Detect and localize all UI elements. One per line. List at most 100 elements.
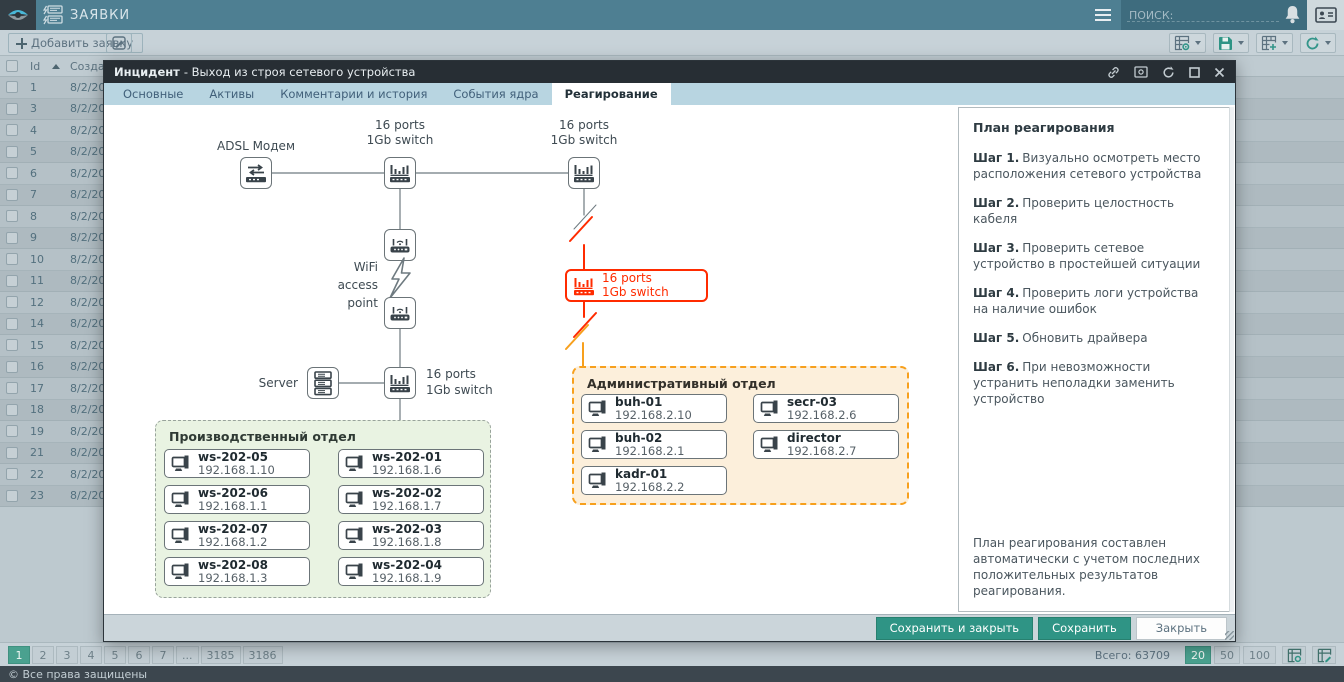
panel-scrollbar[interactable] [1229, 107, 1234, 612]
close-button[interactable]: Закрыть [1136, 617, 1227, 640]
tab-assets[interactable]: Активы [196, 83, 267, 105]
row-checkbox[interactable] [6, 232, 18, 244]
toolbar-right-group [1169, 33, 1336, 53]
workstation-card[interactable]: ws-202-04192.168.1.9 [338, 557, 484, 586]
workstation-card[interactable]: ws-202-05192.168.1.10 [164, 449, 310, 478]
row-checkbox[interactable] [6, 189, 18, 201]
row-checkbox[interactable] [6, 339, 18, 351]
row-checkbox[interactable] [6, 296, 18, 308]
table-export-button[interactable] [1312, 646, 1336, 664]
switch-right-node[interactable] [568, 157, 600, 189]
row-checkbox[interactable] [6, 318, 18, 330]
notifications-bell-icon[interactable] [1284, 5, 1301, 28]
page-button[interactable]: 3186 [243, 646, 283, 664]
maximize-icon[interactable] [1189, 67, 1200, 78]
menu-button[interactable] [1085, 0, 1121, 30]
row-checkbox[interactable] [6, 167, 18, 179]
close-icon[interactable] [1214, 67, 1225, 78]
table-options-button[interactable] [1256, 33, 1293, 53]
page-button[interactable]: 3 [56, 646, 78, 664]
plan-step: Шаг 6.При невозможности устранить непола… [973, 359, 1215, 407]
page-button[interactable]: 2 [32, 646, 54, 664]
column-header-id[interactable]: Id [23, 56, 67, 76]
page-ellipsis[interactable]: ... [176, 646, 199, 664]
server-node[interactable] [307, 367, 339, 399]
snapshot-icon[interactable] [1134, 66, 1148, 78]
workstation-card[interactable]: director192.168.2.7 [753, 430, 899, 459]
row-checkbox[interactable] [6, 425, 18, 437]
select-all-checkbox[interactable] [6, 60, 18, 72]
workstation-card[interactable]: ws-202-08192.168.1.3 [164, 557, 310, 586]
wifi-router-node-2[interactable] [384, 297, 416, 329]
plan-step: Шаг 5.Обновить драйвера [973, 330, 1215, 346]
workstation-card[interactable]: ws-202-01192.168.1.6 [338, 449, 484, 478]
page-button[interactable]: 7 [152, 646, 174, 664]
grid-settings-icon [1174, 35, 1190, 51]
modal-titlebar[interactable]: Инцидент - Выход из строя сетевого устро… [104, 61, 1235, 83]
switch-bottom-node[interactable] [384, 367, 416, 399]
pencil-icon [112, 36, 126, 50]
adsl-modem-label: ADSL Модем [196, 139, 316, 154]
refresh-icon[interactable] [1162, 66, 1175, 79]
row-checkbox[interactable] [6, 81, 18, 93]
tab-core-events[interactable]: События ядра [440, 83, 551, 105]
workstation-card[interactable]: secr-03192.168.2.6 [753, 394, 899, 423]
monitor-icon [171, 527, 191, 544]
edit-request-button[interactable] [106, 33, 132, 53]
switch-icon-red [573, 276, 595, 296]
page-button[interactable]: 3185 [201, 646, 241, 664]
workstation-card[interactable]: ws-202-02192.168.1.7 [338, 485, 484, 514]
page-button[interactable]: 1 [8, 646, 30, 664]
app-logo[interactable] [0, 0, 36, 30]
page-size-100[interactable]: 100 [1243, 646, 1276, 664]
workstation-card[interactable]: buh-01192.168.2.10 [581, 394, 727, 423]
page-buttons: 1 2 3 4 5 6 7 ... 3185 3186 [8, 646, 283, 664]
failed-switch-node[interactable]: 16 ports1Gb switch [565, 269, 708, 302]
workstation-card[interactable]: kadr-01192.168.2.2 [581, 466, 727, 495]
page-button[interactable]: 5 [104, 646, 126, 664]
server-label: Server [240, 376, 298, 391]
monitor-icon [760, 400, 780, 417]
refresh-button[interactable] [1300, 33, 1336, 53]
row-checkbox[interactable] [6, 404, 18, 416]
incident-modal: Инцидент - Выход из строя сетевого устро… [103, 60, 1236, 642]
page-size-50[interactable]: 50 [1214, 646, 1240, 664]
server-icon [313, 371, 333, 396]
row-checkbox[interactable] [6, 361, 18, 373]
save-button[interactable]: Сохранить [1038, 617, 1131, 640]
save-and-close-button[interactable]: Сохранить и закрыть [876, 617, 1033, 640]
grid-settings-button[interactable] [1169, 33, 1206, 53]
save-view-button[interactable] [1213, 33, 1249, 53]
row-checkbox[interactable] [6, 447, 18, 459]
resize-grip[interactable] [1225, 631, 1234, 640]
search-input[interactable] [1127, 21, 1279, 22]
row-checkbox[interactable] [6, 382, 18, 394]
workstation-card[interactable]: ws-202-07192.168.1.2 [164, 521, 310, 550]
workstation-card[interactable]: ws-202-06192.168.1.1 [164, 485, 310, 514]
page-button[interactable]: 6 [128, 646, 150, 664]
row-checkbox[interactable] [6, 253, 18, 265]
workstation-card[interactable]: ws-202-03192.168.1.8 [338, 521, 484, 550]
row-checkbox[interactable] [6, 146, 18, 158]
profile-button[interactable] [1307, 0, 1344, 30]
tab-comments-history[interactable]: Комментарии и история [267, 83, 440, 105]
page-title: ЗАЯВКИ [70, 8, 130, 23]
adsl-modem-node[interactable] [240, 157, 272, 189]
switch-top-node[interactable] [384, 157, 416, 189]
row-checkbox[interactable] [6, 468, 18, 480]
table-settings-button[interactable] [1282, 646, 1306, 664]
page-size-20[interactable]: 20 [1185, 646, 1211, 664]
workstation-card[interactable]: buh-02192.168.2.1 [581, 430, 727, 459]
monitor-icon [588, 472, 608, 489]
page-button[interactable]: 4 [80, 646, 102, 664]
row-checkbox[interactable] [6, 210, 18, 222]
row-checkbox[interactable] [6, 124, 18, 136]
tab-main[interactable]: Основные [110, 83, 196, 105]
row-checkbox[interactable] [6, 490, 18, 502]
row-checkbox[interactable] [6, 103, 18, 115]
tab-response[interactable]: Реагирование [552, 83, 671, 105]
link-icon[interactable] [1107, 66, 1120, 79]
row-checkbox[interactable] [6, 275, 18, 287]
app-screen: ЗАЯВКИ ПОИСК: Добавить заявку [0, 0, 1344, 682]
table-edit-icon [1317, 648, 1332, 663]
